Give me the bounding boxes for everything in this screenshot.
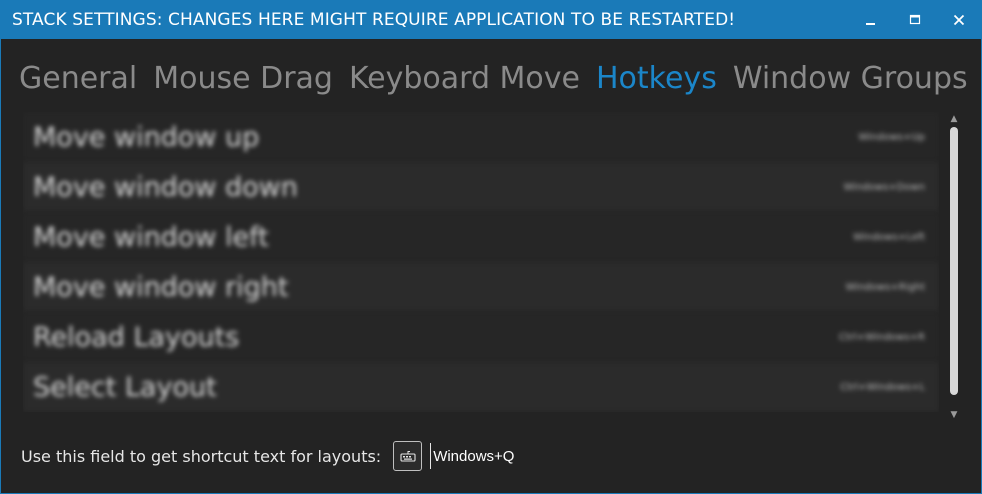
hotkey-row-move-down[interactable]: Move window down Windows+Down — [23, 162, 939, 212]
minimize-button[interactable] — [849, 1, 893, 39]
hotkey-row-select-layout[interactable]: Select Layout Ctrl+Windows+L — [23, 362, 939, 412]
hotkey-label: Move window down — [33, 171, 298, 203]
hotkey-row-move-up[interactable]: Move window up Windows+Up — [23, 112, 939, 162]
close-button[interactable] — [937, 1, 981, 39]
scroll-down-icon[interactable]: ▼ — [947, 409, 961, 421]
hotkey-row-move-left[interactable]: Move window left Windows+Left — [23, 212, 939, 262]
hotkey-row-reload-layouts[interactable]: Reload Layouts Ctrl+Windows+R — [23, 312, 939, 362]
hotkey-list[interactable]: Move window up Windows+Up Move window do… — [23, 112, 939, 412]
shortcut-footer: Use this field to get shortcut text for … — [21, 439, 601, 473]
hotkey-label: Move window right — [33, 271, 289, 303]
tab-window-groups[interactable]: Window Groups — [733, 57, 968, 101]
title-bar[interactable]: STACK SETTINGS: CHANGES HERE MIGHT REQUI… — [1, 1, 981, 39]
hotkey-row-move-right[interactable]: Move window right Windows+Right — [23, 262, 939, 312]
minimize-icon — [866, 23, 875, 25]
close-icon — [953, 14, 965, 26]
window-title: STACK SETTINGS: CHANGES HERE MIGHT REQUI… — [12, 10, 736, 30]
scroll-thumb[interactable] — [950, 127, 958, 395]
maximize-icon — [909, 14, 921, 25]
hotkey-label: Reload Layouts — [33, 321, 240, 353]
tab-general[interactable]: General — [19, 57, 137, 101]
hotkey-label: Select Layout — [33, 371, 217, 403]
hotkey-shortcut: Windows+Right — [845, 281, 925, 293]
shortcut-text-field[interactable] — [430, 443, 601, 469]
hotkey-shortcut: Ctrl+Windows+R — [838, 331, 925, 343]
keyboard-capture-button[interactable] — [393, 441, 423, 471]
hotkey-shortcut: Windows+Down — [843, 181, 925, 193]
hotkey-label: Move window up — [33, 121, 260, 153]
maximize-button[interactable] — [893, 1, 937, 39]
vertical-scrollbar[interactable]: ▲ ▼ — [947, 113, 961, 423]
tab-strip: General Mouse Drag Keyboard Move Hotkeys… — [19, 55, 968, 103]
tab-hotkeys[interactable]: Hotkeys — [596, 57, 717, 101]
tab-mouse-drag[interactable]: Mouse Drag — [153, 57, 333, 101]
keyboard-icon — [400, 451, 416, 462]
hotkey-shortcut: Windows+Left — [853, 231, 925, 243]
settings-window: STACK SETTINGS: CHANGES HERE MIGHT REQUI… — [0, 0, 982, 494]
scroll-up-icon[interactable]: ▲ — [947, 113, 961, 125]
tab-keyboard-move[interactable]: Keyboard Move — [349, 57, 580, 101]
hotkey-shortcut: Windows+Up — [858, 131, 925, 143]
hotkey-shortcut: Ctrl+Windows+L — [840, 381, 925, 393]
shortcut-field-label: Use this field to get shortcut text for … — [21, 446, 382, 466]
hotkey-label: Move window left — [33, 221, 269, 253]
